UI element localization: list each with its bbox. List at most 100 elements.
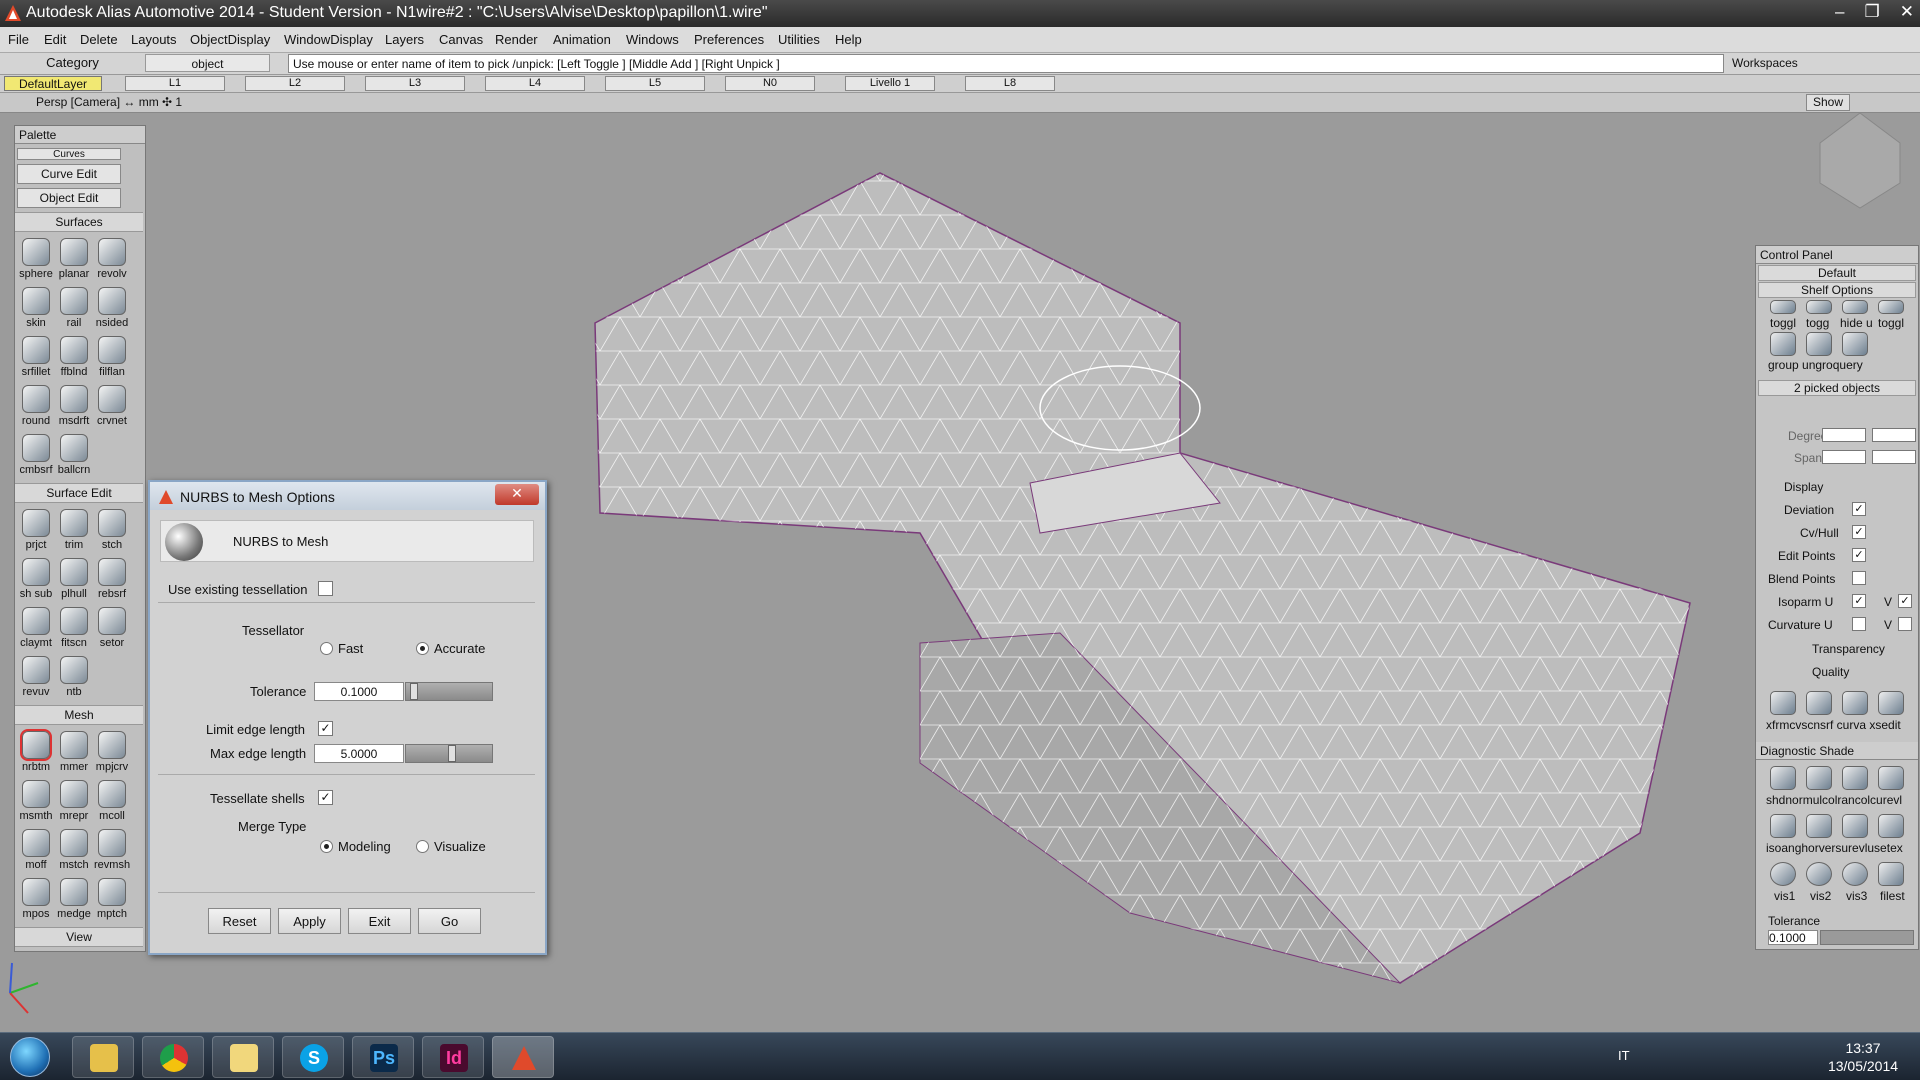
tool-cmbsrf[interactable]: cmbsrf — [18, 430, 54, 479]
tess-shells-checkbox[interactable]: ✓ — [318, 790, 333, 805]
menu-render[interactable]: Render — [495, 32, 538, 47]
shdnorm-icon[interactable] — [1770, 766, 1796, 790]
query-icon[interactable] — [1842, 332, 1868, 356]
tool-ntb[interactable]: ntb — [56, 652, 92, 701]
tool-plhull[interactable]: plhull — [56, 554, 92, 603]
curvature-v-checkbox[interactable] — [1898, 617, 1912, 631]
tool-sh-sub[interactable]: sh sub — [18, 554, 54, 603]
show-button[interactable]: Show — [1806, 94, 1850, 111]
maximize-button[interactable]: ❐ — [1865, 2, 1880, 22]
palette-curves-tab[interactable]: Curves — [17, 148, 121, 160]
group-icon[interactable] — [1770, 332, 1796, 356]
tool-fitscn[interactable]: fitscn — [56, 603, 92, 652]
workspaces-label[interactable]: Workspaces — [1732, 56, 1798, 70]
default-layer[interactable]: DefaultLayer — [4, 76, 102, 91]
max-edge-field[interactable]: 5.0000 — [314, 744, 404, 763]
limit-edge-checkbox[interactable]: ✓ — [318, 721, 333, 736]
menu-delete[interactable]: Delete — [80, 32, 118, 47]
picked-objects-dropdown[interactable]: 2 picked objects — [1758, 380, 1916, 396]
close-button[interactable]: ✕ — [1900, 2, 1914, 22]
max-edge-slider-thumb[interactable] — [448, 745, 456, 762]
xsedit-icon[interactable] — [1878, 691, 1904, 715]
tool-sphere[interactable]: sphere — [18, 234, 54, 283]
palette-object-edit-tab[interactable]: Object Edit — [17, 188, 121, 208]
tool-setor[interactable]: setor — [94, 603, 130, 652]
tool-mcoll[interactable]: mcoll — [94, 776, 130, 825]
tool-planar[interactable]: planar — [56, 234, 92, 283]
layer-l2[interactable]: L2 — [245, 76, 345, 91]
minimize-button[interactable]: – — [1835, 2, 1844, 22]
apply-button[interactable]: Apply — [278, 908, 341, 934]
menu-windowdisplay[interactable]: WindowDisplay — [284, 32, 373, 47]
tool-revuv[interactable]: revuv — [18, 652, 54, 701]
tool-moff[interactable]: moff — [18, 825, 54, 874]
degree-field-v[interactable] — [1872, 428, 1916, 442]
dialog-close-button[interactable]: ✕ — [495, 484, 539, 505]
menu-canvas[interactable]: Canvas — [439, 32, 483, 47]
start-button[interactable] — [10, 1037, 50, 1077]
tool-round[interactable]: round — [18, 381, 54, 430]
edit-points-checkbox[interactable]: ✓ — [1852, 548, 1866, 562]
tool-rebsrf[interactable]: rebsrf — [94, 554, 130, 603]
shelf-options-dropdown[interactable]: Shelf Options — [1758, 282, 1916, 298]
tool-trim[interactable]: trim — [56, 505, 92, 554]
tool-mrepr[interactable]: mrepr — [56, 776, 92, 825]
hide-icon[interactable] — [1842, 300, 1868, 314]
menu-file[interactable]: File — [8, 32, 29, 47]
spans-field[interactable] — [1822, 450, 1866, 464]
deviation-checkbox[interactable]: ✓ — [1852, 502, 1866, 516]
isoparm-u-checkbox[interactable]: ✓ — [1852, 594, 1866, 608]
menu-edit[interactable]: Edit — [44, 32, 66, 47]
spans-field-v[interactable] — [1872, 450, 1916, 464]
system-clock[interactable]: 13:37 13/05/2014 — [1818, 1039, 1908, 1075]
layer-l4[interactable]: L4 — [485, 76, 585, 91]
tool-rail[interactable]: rail — [56, 283, 92, 332]
xfrmcv-icon[interactable] — [1770, 691, 1796, 715]
palette-curve-edit-tab[interactable]: Curve Edit — [17, 164, 121, 184]
taskbar-indesign[interactable]: Id — [422, 1036, 484, 1078]
isoang-icon[interactable] — [1770, 814, 1796, 838]
go-button[interactable]: Go — [418, 908, 481, 934]
layer-l1[interactable]: L1 — [125, 76, 225, 91]
toggle-icon[interactable] — [1878, 300, 1904, 314]
tolerance-field[interactable]: 0.1000 — [314, 682, 404, 701]
usetex-icon[interactable] — [1878, 814, 1904, 838]
vis3-icon[interactable] — [1842, 862, 1868, 886]
tool-filflan[interactable]: filflan — [94, 332, 130, 381]
vis1-icon[interactable] — [1770, 862, 1796, 886]
ulcol-icon[interactable] — [1806, 766, 1832, 790]
tolerance-slider-thumb[interactable] — [410, 683, 418, 700]
menu-layers[interactable]: Layers — [385, 32, 424, 47]
scnsrf-icon[interactable] — [1806, 691, 1832, 715]
filest-icon[interactable] — [1878, 862, 1904, 886]
transparency-section[interactable]: Transparency — [1812, 642, 1885, 656]
tool-ffblnd[interactable]: ffblnd — [56, 332, 92, 381]
default-dropdown[interactable]: Default — [1758, 265, 1916, 281]
layer-l5[interactable]: L5 — [605, 76, 705, 91]
degree-field[interactable] — [1822, 428, 1866, 442]
palette-surface-edit-section[interactable]: Surface Edit — [15, 483, 143, 503]
layer-l3[interactable]: L3 — [365, 76, 465, 91]
toggle-icon[interactable] — [1770, 300, 1796, 314]
palette-view-section[interactable]: View — [15, 927, 143, 947]
diag-tolerance-slider[interactable] — [1820, 930, 1914, 945]
menu-help[interactable]: Help — [835, 32, 862, 47]
menu-animation[interactable]: Animation — [553, 32, 611, 47]
tool-prjct[interactable]: prjct — [18, 505, 54, 554]
menu-objectdisplay[interactable]: ObjectDisplay — [190, 32, 270, 47]
tolerance-slider[interactable] — [405, 682, 493, 701]
tool-mstch[interactable]: mstch — [56, 825, 92, 874]
tool-msmth[interactable]: msmth — [18, 776, 54, 825]
taskbar-skype[interactable]: S — [282, 1036, 344, 1078]
visualize-radio[interactable] — [416, 840, 429, 853]
tool-stch[interactable]: stch — [94, 505, 130, 554]
vis2-icon[interactable] — [1806, 862, 1832, 886]
tool-mptch[interactable]: mptch — [94, 874, 130, 923]
exit-button[interactable]: Exit — [348, 908, 411, 934]
display-section[interactable]: Display — [1784, 480, 1823, 494]
taskbar-explorer[interactable] — [72, 1036, 134, 1078]
accurate-radio[interactable] — [416, 642, 429, 655]
curva-icon[interactable] — [1842, 691, 1868, 715]
tool-mmer[interactable]: mmer — [56, 727, 92, 776]
fast-radio[interactable] — [320, 642, 333, 655]
